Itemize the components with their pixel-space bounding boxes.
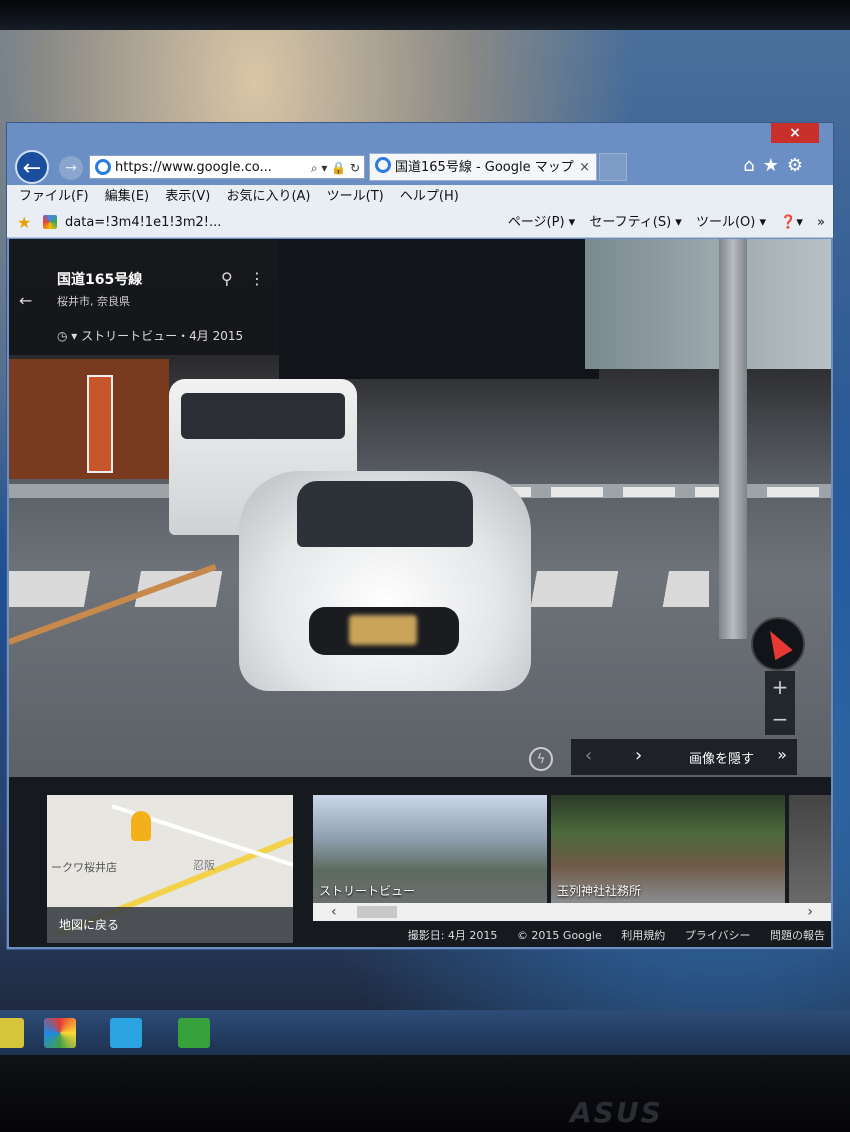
back-to-map-button[interactable]: 地図に戻る (47, 907, 293, 943)
home-favorites-settings-icons[interactable]: ⌂★⚙ (743, 155, 811, 176)
thumbnail-next[interactable] (789, 795, 831, 903)
map-footer: 撮影日: 4月 2015 © 2015 Google 利用規約 プライバシー 問… (309, 925, 831, 947)
thumbnail-street-view[interactable]: ストリートビュー (313, 795, 547, 903)
address-tools[interactable]: ⌕ ▾ 🔒 ↻ (311, 156, 360, 180)
location-subtitle: 桜井市, 奈良県 (57, 295, 130, 308)
ie-icon (95, 159, 111, 175)
tab-google-maps[interactable]: 国道165号線 - Google マップ × (369, 153, 597, 181)
street-view-photo[interactable]: ← 国道165号線 桜井市, 奈良県 ⚲ ⋮ ◷ ▾ ストリートビュー・4月 2… (9, 239, 831, 777)
crosswalk-far (479, 487, 829, 497)
map-label-oshizaka: 忍阪 (193, 859, 215, 872)
zoom-in-button[interactable]: + (765, 671, 795, 703)
menu-file[interactable]: ファイル(F) (19, 185, 89, 209)
hide-images-button[interactable]: 画像を隠す (689, 748, 754, 767)
campaign-sign (87, 375, 113, 473)
address-bar[interactable]: https://www.google.co... ⌕ ▾ 🔒 ↻ (89, 155, 365, 179)
window-close-button[interactable]: × (771, 123, 819, 143)
tab-close-icon[interactable]: × (579, 154, 590, 180)
thumbnail-scrollbar[interactable]: ‹ › (313, 903, 831, 921)
thumbnail-shrine-office[interactable]: 玉列神社社務所 (551, 795, 785, 903)
command-safety[interactable]: セーフティ(S) ▾ (589, 215, 682, 230)
google-maps-favicon (43, 215, 57, 229)
taskbar-store-icon[interactable] (178, 1018, 210, 1048)
overpass-shadow (279, 239, 599, 379)
forward-button[interactable]: → (59, 156, 83, 180)
compass-needle-icon (761, 625, 793, 661)
favorites-bar: ★ data=!3m4!1e1!3m2!... ページ(P) ▾ セーフティ(S… (7, 209, 833, 238)
location-info-card: ← 国道165号線 桜井市, 奈良県 ⚲ ⋮ ◷ ▾ ストリートビュー・4月 2… (9, 239, 279, 355)
zoom-out-button[interactable]: − (765, 703, 795, 735)
more-options-icon[interactable]: ⋮ (249, 269, 265, 288)
back-button[interactable]: ← (15, 150, 49, 184)
browser-window: × ← → https://www.google.co... ⌕ ▾ 🔒 ↻ 国… (6, 122, 834, 950)
menu-tools[interactable]: ツール(T) (327, 185, 384, 209)
time-travel-selector[interactable]: ◷ ▾ ストリートビュー・4月 2015 (57, 327, 243, 344)
terms-link[interactable]: 利用規約 (621, 929, 665, 942)
command-bar: ページ(P) ▾ セーフティ(S) ▾ ツール(O) ▾ ❓▾ » (498, 209, 825, 237)
utility-pole (719, 239, 747, 639)
command-tools[interactable]: ツール(O) ▾ (696, 215, 766, 230)
ie-tab-icon (375, 157, 391, 173)
menu-bar: ファイル(F) 編集(E) 表示(V) お気に入り(A) ツール(T) ヘルプ(… (7, 185, 833, 209)
menu-view[interactable]: 表示(V) (165, 185, 210, 209)
image-strip: ークワ桜井店 忍阪 地図に戻る ストリートビュー 玉列神社社務所 ‹ › 撮影日… (9, 777, 831, 947)
taskbar (0, 1010, 850, 1055)
car-windshield (297, 481, 473, 547)
compass-control[interactable] (751, 617, 805, 671)
thumbnail-label: 玉列神社社務所 (557, 884, 642, 898)
scroll-right-icon[interactable]: › (807, 903, 813, 921)
menu-help[interactable]: ヘルプ(H) (400, 185, 459, 209)
favorites-star-icon[interactable]: ★ (17, 213, 31, 232)
thumbnail-label: ストリートビュー (319, 884, 416, 898)
blurred-license-plate (349, 615, 417, 645)
address-text: https://www.google.co... (115, 160, 272, 175)
menu-favorites[interactable]: お気に入り(A) (226, 185, 310, 209)
carousel-prev-button[interactable]: ‹ (585, 745, 592, 766)
zoom-control: + − (765, 671, 795, 735)
privacy-link[interactable]: プライバシー (685, 929, 751, 942)
van-window (181, 393, 345, 439)
map-label-store: ークワ桜井店 (51, 861, 117, 874)
mini-map[interactable]: ークワ桜井店 忍阪 地図に戻る (47, 795, 293, 943)
pegman-icon (131, 811, 151, 841)
taskbar-app-icon[interactable] (44, 1018, 76, 1048)
scroll-thumb[interactable] (357, 906, 397, 918)
report-problem-link[interactable]: 問題の報告 (770, 929, 825, 942)
help-icon[interactable]: ❓▾ (780, 215, 803, 230)
carousel-controls: ‹ › 画像を隠す » (571, 739, 797, 775)
navigation-bar: ← → https://www.google.co... ⌕ ▾ 🔒 ↻ 国道1… (7, 147, 833, 185)
building-right (585, 239, 831, 369)
scroll-left-icon[interactable]: ‹ (331, 903, 337, 921)
white-car (239, 471, 531, 691)
back-arrow-icon[interactable]: ← (19, 291, 32, 310)
copyright: © 2015 Google (516, 929, 602, 942)
carousel-next-button[interactable]: › (635, 745, 642, 766)
pin-icon[interactable]: ⚲ (221, 269, 233, 288)
capture-date: 撮影日: 4月 2015 (407, 929, 498, 942)
menu-edit[interactable]: 編集(E) (105, 185, 149, 209)
favorite-link[interactable]: data=!3m4!1e1!3m2!... (65, 209, 221, 237)
monitor-bezel-bottom (0, 1055, 850, 1132)
location-title: 国道165号線 (57, 272, 143, 288)
monitor-logo: ASUS (570, 1096, 663, 1129)
taskbar-folder-icon[interactable] (0, 1018, 24, 1048)
street-view-content: ← 国道165号線 桜井市, 奈良県 ⚲ ⋮ ◷ ▾ ストリートビュー・4月 2… (9, 239, 831, 947)
lightning-icon[interactable]: ϟ (529, 747, 553, 771)
command-overflow[interactable]: » (817, 215, 825, 230)
car-grille (309, 607, 459, 655)
new-tab-button[interactable] (599, 153, 627, 181)
command-page[interactable]: ページ(P) ▾ (508, 215, 575, 230)
taskbar-browser-icon[interactable] (110, 1018, 142, 1048)
collapse-chevron-icon[interactable]: » (777, 745, 787, 764)
tab-title: 国道165号線 - Google マップ (395, 160, 574, 175)
